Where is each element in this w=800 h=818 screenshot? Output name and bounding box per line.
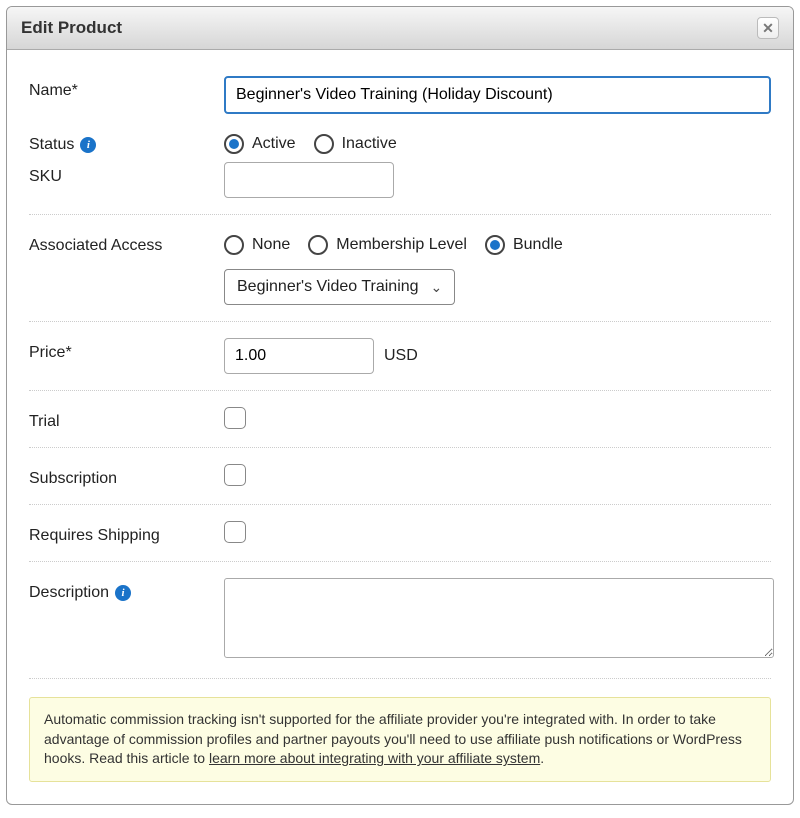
- info-icon[interactable]: i: [80, 137, 96, 153]
- affiliate-notice: Automatic commission tracking isn't supp…: [29, 697, 771, 782]
- description-textarea[interactable]: [224, 578, 774, 658]
- status-label-text: Status: [29, 136, 74, 154]
- access-radio-group: None Membership Level Bundle: [224, 231, 771, 255]
- name-label: Name*: [29, 76, 224, 100]
- price-label: Price*: [29, 338, 224, 362]
- status-radio-active[interactable]: Active: [224, 134, 296, 154]
- field-row-name: Name*: [29, 68, 771, 122]
- subscription-label: Subscription: [29, 464, 224, 488]
- bundle-select-value: Beginner's Video Training: [237, 278, 419, 296]
- radio-icon: [314, 134, 334, 154]
- field-row-trial: Trial: [29, 399, 771, 448]
- shipping-label: Requires Shipping: [29, 521, 224, 545]
- field-row-status: Status i Active Inactive: [29, 122, 771, 154]
- radio-label: Active: [252, 135, 296, 153]
- field-row-shipping: Requires Shipping: [29, 513, 771, 562]
- sku-label: SKU: [29, 162, 224, 186]
- field-row-associated-access: Associated Access None Membership Level …: [29, 223, 771, 322]
- access-radio-membership[interactable]: Membership Level: [308, 235, 467, 255]
- radio-label: Inactive: [342, 135, 397, 153]
- radio-icon: [485, 235, 505, 255]
- radio-icon: [224, 235, 244, 255]
- field-row-price: Price* USD: [29, 330, 771, 391]
- radio-label: None: [252, 236, 290, 254]
- field-row-subscription: Subscription: [29, 456, 771, 505]
- status-radio-group: Active Inactive: [224, 130, 771, 154]
- dialog-title: Edit Product: [21, 18, 122, 38]
- radio-label: Bundle: [513, 236, 563, 254]
- edit-product-dialog: Edit Product ✕ Name* Status i Active: [6, 6, 794, 805]
- price-currency: USD: [384, 347, 418, 365]
- info-icon[interactable]: i: [115, 585, 131, 601]
- price-input[interactable]: [224, 338, 374, 374]
- description-label-text: Description: [29, 584, 109, 602]
- chevron-down-icon: ⌄: [431, 279, 443, 296]
- access-radio-bundle[interactable]: Bundle: [485, 235, 563, 255]
- dialog-content: Name* Status i Active Inactive: [7, 50, 793, 804]
- trial-checkbox[interactable]: [224, 407, 246, 429]
- status-radio-inactive[interactable]: Inactive: [314, 134, 397, 154]
- bundle-select[interactable]: Beginner's Video Training ⌄: [224, 269, 455, 305]
- close-icon: ✕: [762, 20, 774, 37]
- subscription-checkbox[interactable]: [224, 464, 246, 486]
- shipping-checkbox[interactable]: [224, 521, 246, 543]
- description-label: Description i: [29, 578, 224, 602]
- associated-access-label: Associated Access: [29, 231, 224, 255]
- access-radio-none[interactable]: None: [224, 235, 290, 255]
- field-row-description: Description i: [29, 570, 771, 679]
- trial-label: Trial: [29, 407, 224, 431]
- name-input[interactable]: [224, 76, 771, 114]
- notice-text-after: .: [540, 750, 544, 766]
- commissions-heading: Commissions: [29, 782, 771, 796]
- sku-input[interactable]: [224, 162, 394, 198]
- notice-link[interactable]: learn more about integrating with your a…: [209, 750, 540, 766]
- status-label: Status i: [29, 130, 224, 154]
- radio-label: Membership Level: [336, 236, 467, 254]
- close-button[interactable]: ✕: [757, 17, 779, 39]
- radio-icon: [308, 235, 328, 255]
- radio-icon: [224, 134, 244, 154]
- field-row-sku: SKU: [29, 154, 771, 215]
- dialog-titlebar: Edit Product ✕: [7, 7, 793, 50]
